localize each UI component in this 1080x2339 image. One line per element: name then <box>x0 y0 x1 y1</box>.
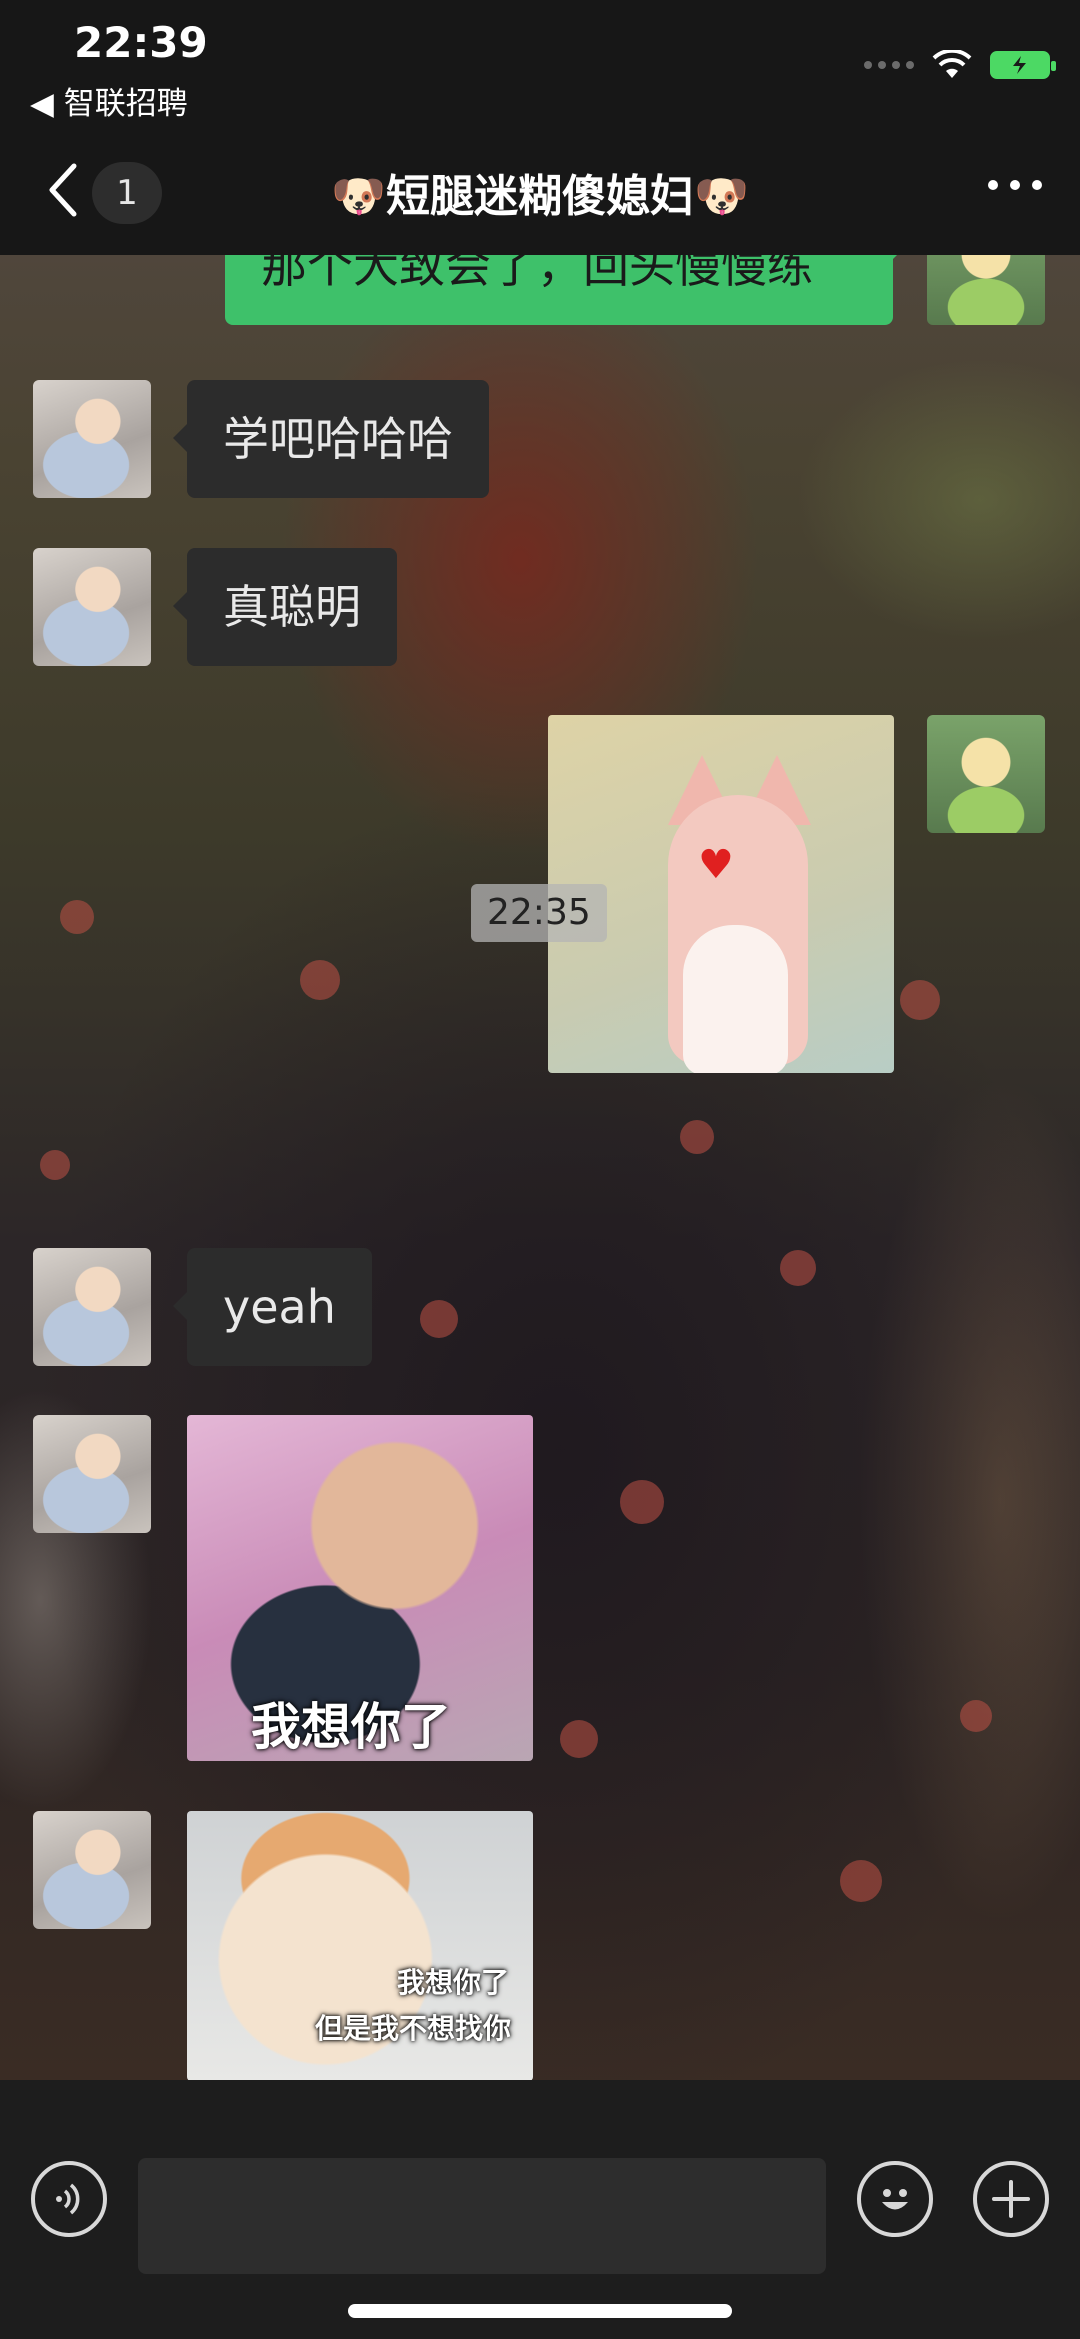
chat-title: 🐶短腿迷糊傻媳妇🐶 <box>331 171 749 222</box>
status-time: 22:39 <box>74 18 208 67</box>
heart-icon: ♥ <box>698 842 734 888</box>
voice-icon[interactable] <box>31 2161 107 2237</box>
contact-avatar[interactable] <box>33 548 151 666</box>
contact-avatar[interactable] <box>33 1415 151 1533</box>
message-bubble-incoming[interactable]: 真聪明 <box>173 548 397 666</box>
message-bubble-outgoing[interactable]: 那个大致会了，回头慢慢练 <box>225 255 907 325</box>
my-avatar[interactable] <box>927 715 1045 833</box>
more-dots-icon[interactable] <box>988 180 1042 190</box>
contact-avatar[interactable] <box>33 380 151 498</box>
wifi-icon <box>932 50 972 78</box>
emoji-icon[interactable] <box>857 2161 933 2237</box>
status-bar: 22:39 ◀ 智联招聘 <box>0 0 1080 130</box>
message-bubble-incoming[interactable]: yeah <box>173 1248 372 1366</box>
message-list[interactable]: 那个大致会了，回头慢慢练 学吧哈哈哈 真聪明 ♥ 22:35 yeah 我想你了… <box>0 255 1080 2080</box>
cellular-signal-icon <box>864 61 914 69</box>
input-bar <box>0 2080 1080 2339</box>
message-timestamp: 22:35 <box>471 884 607 942</box>
contact-avatar[interactable] <box>33 1248 151 1366</box>
contact-avatar[interactable] <box>33 1811 151 1929</box>
plus-icon[interactable] <box>973 2161 1049 2237</box>
cat-sticker[interactable]: 我想你了 但是我不想找你 <box>187 1811 533 2080</box>
lady-sticker[interactable]: 我想你了 <box>187 1415 533 1761</box>
my-avatar[interactable] <box>927 255 1045 325</box>
sticker-caption: 我想你了 <box>397 1966 510 1999</box>
battery-icon <box>990 51 1056 79</box>
message-bubble-incoming[interactable]: 学吧哈哈哈 <box>173 380 489 498</box>
home-indicator[interactable] <box>348 2304 732 2318</box>
back-to-app-link[interactable]: ◀ 智联招聘 <box>30 78 188 123</box>
status-icons <box>864 50 1056 80</box>
message-input[interactable] <box>138 2158 826 2274</box>
sticker-caption: 我想你了 <box>251 1698 451 1756</box>
sticker-caption: 但是我不想找你 <box>315 2012 512 2045</box>
